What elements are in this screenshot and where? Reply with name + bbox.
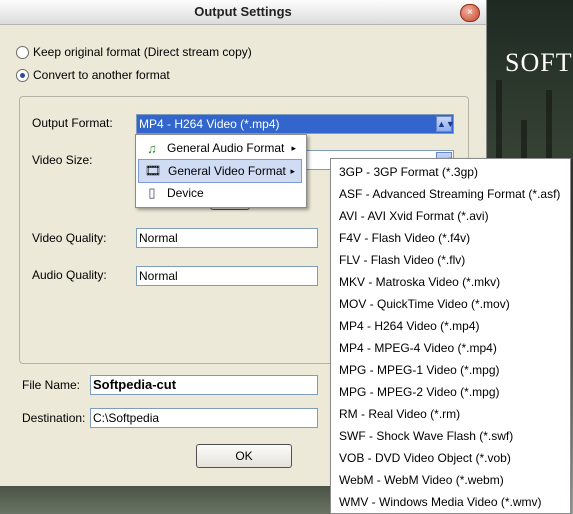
format-list-item[interactable]: MKV - Matroska Video (*.mkv) bbox=[339, 271, 500, 293]
file-name-value: Softpedia-cut bbox=[93, 377, 177, 392]
format-list-item[interactable]: MOV - QuickTime Video (*.mov) bbox=[339, 293, 510, 315]
menu-item-general-video-format[interactable]: 🎞 General Video Format ▸ bbox=[138, 159, 302, 183]
video-quality-value: Normal bbox=[139, 231, 178, 245]
device-icon: ▯ bbox=[148, 185, 156, 200]
convert-format-radio[interactable]: Convert to another format bbox=[16, 68, 170, 82]
format-list-item[interactable]: MPG - MPEG-1 Video (*.mpg) bbox=[339, 359, 500, 381]
menu-item-label: General Audio Format bbox=[167, 141, 285, 155]
video-size-label: Video Size: bbox=[32, 153, 93, 167]
submenu-arrow-icon: ▸ bbox=[290, 165, 295, 176]
audio-quality-value: Normal bbox=[139, 269, 178, 283]
convert-format-label: Convert to another format bbox=[33, 68, 170, 82]
menu-item-general-audio-format[interactable]: ♫ General Audio Format ▸ bbox=[138, 137, 302, 159]
format-list-item[interactable]: WMV - Windows Media Video (*.wmv) bbox=[339, 491, 542, 513]
title-bar: Output Settings × bbox=[0, 0, 486, 25]
audio-quality-label: Audio Quality: bbox=[32, 268, 107, 282]
format-list-item[interactable]: MP4 - MPEG-4 Video (*.mp4) bbox=[339, 337, 497, 359]
video-format-submenu: 3GP - 3GP Format (*.3gp) ASF - Advanced S… bbox=[330, 158, 571, 514]
keep-original-radio[interactable]: Keep original format (Direct stream copy… bbox=[16, 45, 252, 59]
music-note-icon: ♫ bbox=[147, 140, 157, 156]
output-format-select[interactable]: MP4 - H264 Video (*.mp4) ▲▼ bbox=[136, 114, 455, 134]
format-list-item[interactable]: RM - Real Video (*.rm) bbox=[339, 403, 460, 425]
destination-input[interactable]: C:\Softpedia bbox=[90, 408, 318, 428]
format-list-item[interactable]: WebM - WebM Video (*.webm) bbox=[339, 469, 504, 491]
format-list-item[interactable]: F4V - Flash Video (*.f4v) bbox=[339, 227, 470, 249]
menu-item-device[interactable]: ▯ Device bbox=[138, 182, 302, 204]
destination-value: C:\Softpedia bbox=[93, 411, 160, 425]
video-quality-select[interactable]: Normal bbox=[136, 228, 318, 248]
output-format-value: MP4 - H264 Video (*.mp4) bbox=[139, 117, 280, 131]
menu-item-label: Device bbox=[167, 186, 204, 200]
radio-on-icon bbox=[16, 68, 29, 82]
menu-item-label: General Video Format bbox=[168, 164, 286, 178]
video-quality-label: Video Quality: bbox=[32, 231, 107, 245]
format-list-item[interactable]: MPG - MPEG-2 Video (*.mpg) bbox=[339, 381, 500, 403]
close-icon[interactable]: × bbox=[460, 4, 480, 22]
background-brand-text: SOFT bbox=[505, 48, 573, 77]
audio-quality-select[interactable]: Normal bbox=[136, 266, 318, 286]
file-name-input[interactable]: Softpedia-cut bbox=[90, 375, 318, 395]
dropdown-arrow-icon: ▲▼ bbox=[436, 116, 455, 132]
format-list-item[interactable]: SWF - Shock Wave Flash (*.swf) bbox=[339, 425, 513, 447]
submenu-arrow-icon: ▸ bbox=[291, 142, 296, 153]
format-list-item[interactable]: MP4 - H264 Video (*.mp4) bbox=[339, 315, 480, 337]
radio-off-icon bbox=[16, 45, 29, 59]
format-list-item[interactable]: FLV - Flash Video (*.flv) bbox=[339, 249, 465, 271]
window-title: Output Settings bbox=[194, 4, 292, 19]
format-category-menu: ♫ General Audio Format ▸ 🎞 General Video… bbox=[135, 134, 307, 208]
destination-label: Destination: bbox=[22, 411, 86, 425]
file-name-label: File Name: bbox=[22, 378, 81, 392]
format-list-item[interactable]: ASF - Advanced Streaming Format (*.asf) bbox=[339, 183, 560, 205]
format-list-item[interactable]: VOB - DVD Video Object (*.vob) bbox=[339, 447, 511, 469]
film-reel-icon: 🎞 bbox=[144, 163, 162, 178]
format-list-item[interactable]: AVI - AVI Xvid Format (*.avi) bbox=[339, 205, 489, 227]
format-list-item[interactable]: 3GP - 3GP Format (*.3gp) bbox=[339, 161, 478, 183]
desktop-background-bottom bbox=[0, 486, 330, 514]
ok-button[interactable]: OK bbox=[196, 444, 292, 468]
output-format-label: Output Format: bbox=[32, 116, 113, 130]
keep-original-label: Keep original format (Direct stream copy… bbox=[33, 45, 252, 59]
